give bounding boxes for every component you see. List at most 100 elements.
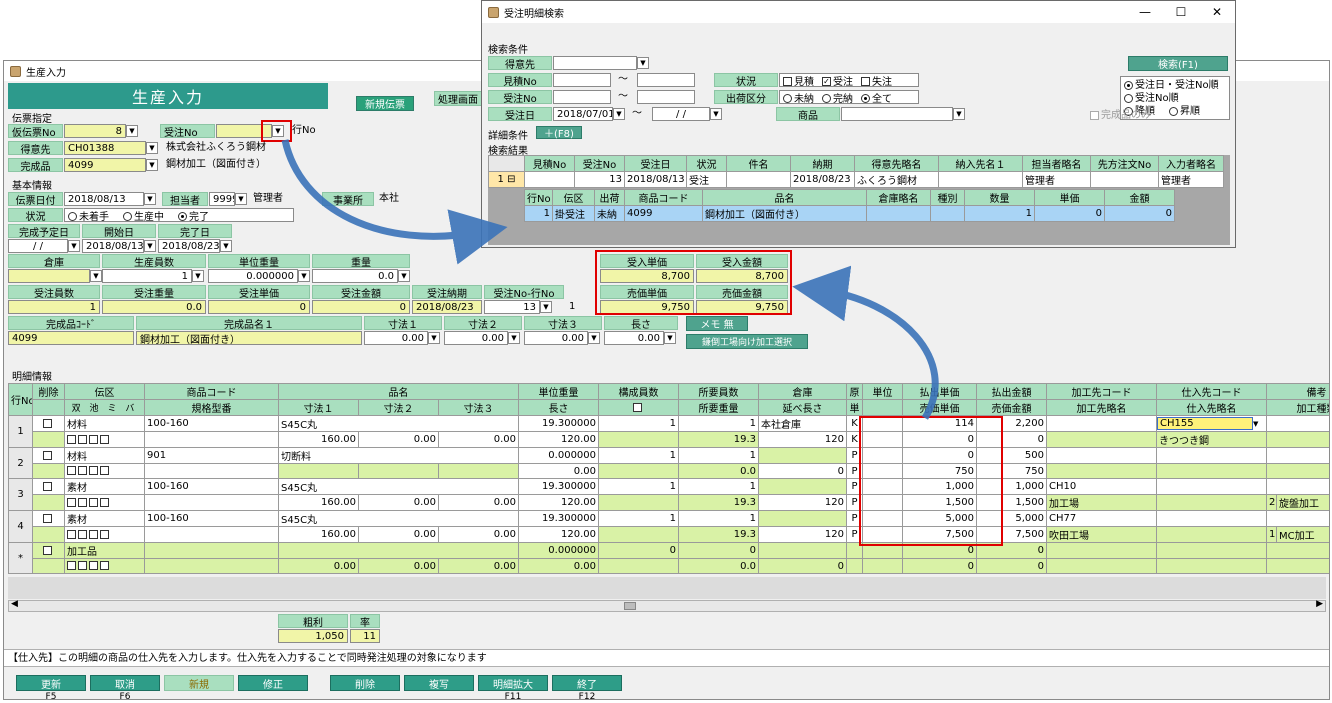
rcell-date[interactable]: 2018/08/13 [624,171,687,188]
cell-whlen[interactable]: 120 [758,494,848,511]
result-row[interactable]: 1 ⊟ 13 2018/08/13 受注 2018/08/23 ふくろう鋼材 管… [488,171,1224,188]
scell-no[interactable]: 1 [524,205,553,222]
cell-sellp[interactable]: 750 [902,463,978,479]
new-button[interactable]: 新規 [164,675,234,691]
cell-sella[interactable]: 7,500 [976,526,1048,543]
dlg-product-dropdown[interactable]: ▼ [953,108,965,120]
cell-pname[interactable]: S45C丸 [277,510,520,527]
dlg-status-order[interactable]: ✓ 受注 [822,74,853,86]
cell-unitc[interactable]: P [846,494,864,511]
cell-d2[interactable]: 0.00 [358,526,439,543]
cell-outp[interactable]: 114 [902,415,978,432]
rcell-inputter[interactable]: 管理者 [1158,171,1224,188]
cell-pcode[interactable]: 100-160 [144,415,279,432]
cell-unitc[interactable]: P [846,463,864,479]
cell-d1[interactable]: 160.00 [278,526,359,543]
kind-checkboxes[interactable] [64,494,145,511]
dim2-input[interactable]: 0.00 [444,331,508,345]
scell-price[interactable]: 0 [1034,205,1105,222]
cell-wh[interactable]: 本社倉庫 [758,415,848,432]
cell-d1[interactable]: 0.00 [278,558,359,574]
dlg-status-quote[interactable]: 見積 [783,74,814,86]
cell-req[interactable]: 1 [678,510,760,527]
cell-note[interactable] [1266,415,1329,432]
kind-checkboxes[interactable] [64,431,145,448]
table-row[interactable]: 3 素材 100-160 S45C丸 19.300000 1 1 P 1,000… [8,478,1329,511]
cell-comp[interactable]: 1 [598,510,680,527]
result-row-index[interactable]: 1 ⊟ [488,171,525,188]
cell-d3[interactable]: 0.00 [437,431,520,448]
cell-req[interactable]: 0 [678,542,760,559]
cell-uw[interactable]: 19.300000 [518,415,600,432]
kind-checkboxes[interactable] [64,526,145,543]
cancel-button[interactable]: 取消 [90,675,160,691]
cell-len[interactable]: 120.00 [518,526,600,543]
delete-checkbox[interactable] [32,478,65,495]
cell-sup[interactable] [1156,447,1268,464]
expand-detail-button[interactable]: 明細拡大 [478,675,548,691]
dlg-status-lost[interactable]: 失注 [861,74,892,86]
table-row[interactable]: 1 材料 100-160 S45C丸 19.300000 1 1 本社倉庫 K … [8,415,1329,448]
rcell-status[interactable]: 受注 [686,171,727,188]
cell-kind[interactable]: 素材 [64,510,145,527]
date-input[interactable]: 2018/08/13 [64,192,144,206]
order-no-input[interactable] [216,124,272,138]
scell-kind[interactable]: 掛受注 [552,205,595,222]
sort-by-order-no[interactable]: 受注No順 [1124,92,1226,105]
col-comp-check[interactable] [598,399,680,416]
cell-note[interactable] [1266,542,1329,559]
cell-unitc[interactable]: K [846,431,864,448]
dim3-dropdown[interactable]: ▼ [588,332,600,344]
cell-d3[interactable]: 0.00 [437,494,520,511]
cell-src[interactable]: K [846,415,864,432]
rcell-dest[interactable] [938,171,1023,188]
cell-unitc[interactable] [846,558,864,574]
cell-comp[interactable]: 1 [598,447,680,464]
cell-comp[interactable]: 1 [598,478,680,495]
cell-outa[interactable]: 500 [976,447,1048,464]
scell-wh[interactable] [866,205,931,222]
search-button[interactable]: 検索(F1) [1128,56,1228,71]
minimize-icon[interactable]: — [1127,5,1163,19]
cell-outp[interactable]: 1,000 [902,478,978,495]
cell-outp[interactable]: 5,000 [902,510,978,527]
delete-button[interactable]: 削除 [330,675,400,691]
cell-req[interactable]: 1 [678,415,760,432]
cell-len[interactable]: 120.00 [518,431,600,448]
cell-proc[interactable] [1046,447,1158,464]
cell-pname[interactable]: S45C丸 [277,415,520,432]
length-dropdown[interactable]: ▼ [664,332,676,344]
done-date-dropdown[interactable]: ▼ [220,240,232,252]
process-screen-tab[interactable]: 処理画面 [434,91,482,106]
cell-uw[interactable]: 19.300000 [518,510,600,527]
kind-checkboxes[interactable] [64,463,145,479]
cell-src[interactable]: P [846,447,864,464]
status-in-production[interactable]: 生産中 [123,209,164,221]
rcell-quote[interactable] [524,171,575,188]
prodcount-dropdown[interactable]: ▼ [192,270,204,282]
staff-code-input[interactable]: 9999 [209,192,235,206]
unitweight-dropdown[interactable]: ▼ [298,270,310,282]
cell-d3[interactable]: 0.00 [437,526,520,543]
sub-row[interactable]: 1 掛受注 未納 4099 鋼材加工（図面付き） 1 0 0 [524,205,1175,222]
dim2-dropdown[interactable]: ▼ [508,332,520,344]
cell-src[interactable]: P [846,510,864,527]
dlg-order-from[interactable] [553,90,611,104]
cell-req[interactable]: 1 [678,478,760,495]
cell-sellp[interactable]: 0 [902,558,978,574]
table-row[interactable]: 4 素材 100-160 S45C丸 19.300000 1 1 P 5,000… [8,510,1329,543]
cell-spec[interactable] [144,463,279,479]
cell-d2[interactable]: 0.00 [358,558,439,574]
horizontal-scrollbar[interactable]: ◀ ▶ [8,599,1326,612]
done-date-input[interactable]: 2018/08/23 [158,239,220,253]
cell-whlen[interactable]: 0 [758,558,848,574]
start-date-dropdown[interactable]: ▼ [144,240,156,252]
prodcount-input[interactable]: 1 [102,269,192,283]
cell-pcode[interactable]: 100-160 [144,478,279,495]
plan-date-dropdown[interactable]: ▼ [68,240,80,252]
rcell-order[interactable]: 13 [574,171,625,188]
cell-unit[interactable] [862,542,904,559]
cell-unit[interactable] [862,478,904,495]
cell-proc[interactable]: CH77 [1046,510,1158,527]
dlg-date-from-dropdown[interactable]: ▼ [613,108,625,120]
